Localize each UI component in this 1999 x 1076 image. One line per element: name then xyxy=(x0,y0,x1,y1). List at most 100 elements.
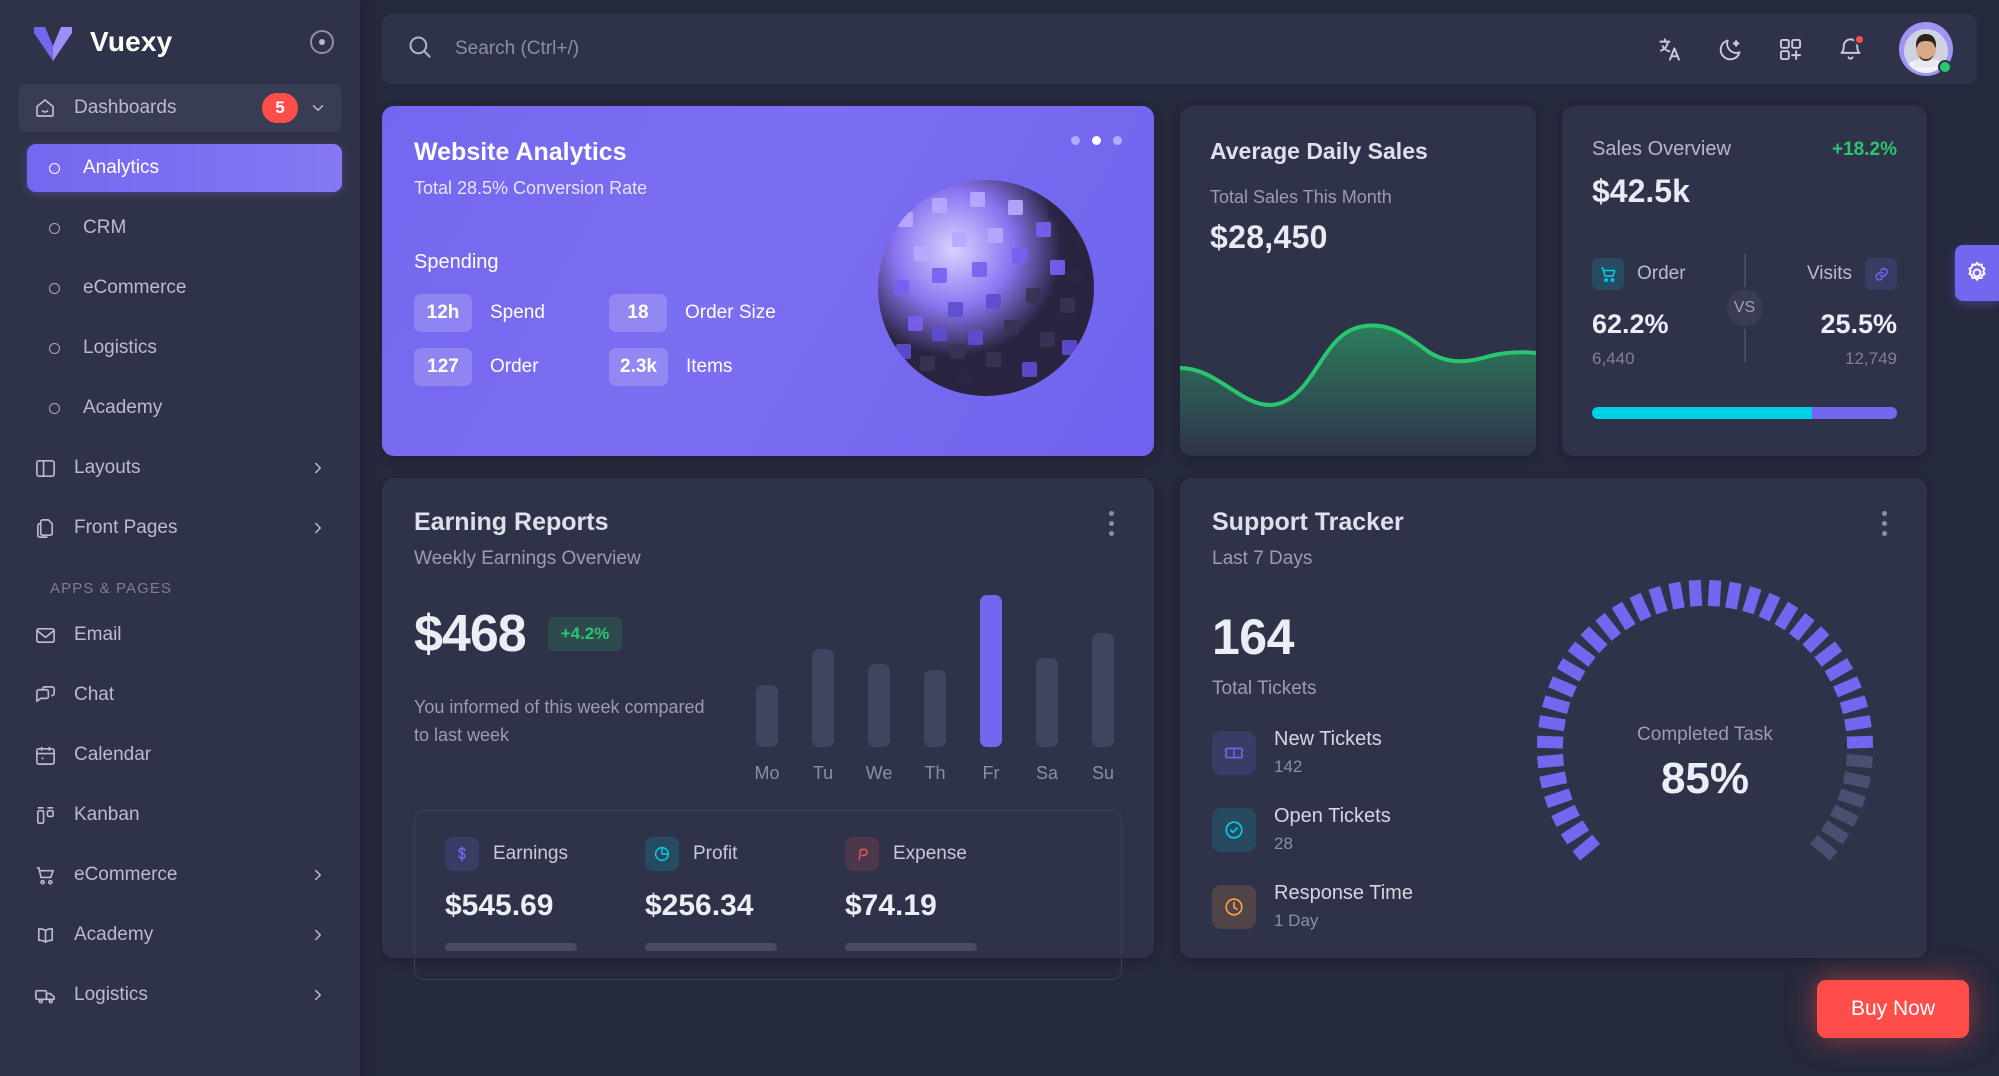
sidebar-item-crm[interactable]: CRM xyxy=(27,204,342,252)
sidebar-item-label: Academy xyxy=(83,397,163,418)
stat-label: Expense xyxy=(893,843,967,864)
bar-label: Mo xyxy=(754,763,780,783)
gauge-percent: 85% xyxy=(1660,754,1750,803)
app-root: Vuexy Dashboards 5 Analytics CRM eCommer… xyxy=(0,0,1999,1076)
sidebar-item-email[interactable]: Email xyxy=(18,611,342,659)
chevron-right-icon[interactable] xyxy=(308,925,328,945)
chevron-down-icon[interactable] xyxy=(308,98,328,118)
kanban-icon xyxy=(32,804,58,827)
sidebar-item-analytics[interactable]: Analytics xyxy=(27,144,342,192)
cart-icon xyxy=(1592,258,1624,290)
stat-value: $545.69 xyxy=(445,889,554,922)
stat-label: Profit xyxy=(693,843,738,864)
truck-icon xyxy=(32,984,58,1007)
sidebar-item-dashboards[interactable]: Dashboards 5 xyxy=(18,84,342,132)
sidebar-item-label: Calendar xyxy=(74,744,152,765)
search-icon xyxy=(406,33,433,65)
grid-plus-icon[interactable] xyxy=(1775,34,1805,64)
bar-column-highlighted: Fr xyxy=(972,595,1010,784)
carousel-dot[interactable] xyxy=(1071,136,1080,145)
layout-icon xyxy=(32,457,58,480)
circle-icon xyxy=(41,282,67,294)
online-status-dot xyxy=(1938,60,1952,74)
mail-icon xyxy=(32,624,58,647)
stat-order: 127 Order xyxy=(414,348,609,386)
vs-divider: VS xyxy=(1726,254,1763,362)
earning-reports-card: Earning Reports Weekly Earnings Overview… xyxy=(382,478,1154,980)
ticket-label: Response Time xyxy=(1274,882,1413,904)
bell-icon[interactable] xyxy=(1835,34,1865,64)
sidebar-item-ecommerce-dash[interactable]: eCommerce xyxy=(27,264,342,312)
carousel-dot[interactable] xyxy=(1113,136,1122,145)
check-circle-icon xyxy=(1212,807,1256,852)
card-subtitle: Weekly Earnings Overview xyxy=(414,548,641,569)
dollar-icon xyxy=(445,837,479,871)
ticket-row-response: Response Time 1 Day xyxy=(1212,882,1512,931)
sidebar-item-calendar[interactable]: Calendar xyxy=(18,731,342,779)
sidebar-item-chat[interactable]: Chat xyxy=(18,671,342,719)
card-title: Average Daily Sales xyxy=(1210,138,1428,164)
sidebar-item-layouts[interactable]: Layouts xyxy=(18,444,342,492)
sidebar-item-label: Analytics xyxy=(83,157,160,178)
chevron-right-icon[interactable] xyxy=(308,458,328,478)
chevron-right-icon[interactable] xyxy=(308,518,328,538)
sidebar-item-label: Dashboards xyxy=(74,97,177,118)
carousel-dots[interactable] xyxy=(1071,136,1122,145)
earnings-note: You informed of this week compared to la… xyxy=(414,697,705,745)
circle-icon xyxy=(41,162,67,174)
sales-amount: $42.5k xyxy=(1592,173,1690,209)
sidebar-item-academy-dash[interactable]: Academy xyxy=(27,384,342,432)
sidebar-item-label: Chat xyxy=(74,684,115,705)
bar-column: Mo xyxy=(748,685,786,784)
top-navbar: Search (Ctrl+/) xyxy=(382,14,1977,84)
chevron-right-icon[interactable] xyxy=(308,985,328,1005)
avatar[interactable] xyxy=(1899,22,1953,76)
sidebar-item-ecommerce[interactable]: eCommerce xyxy=(18,851,342,899)
dashboards-badge: 5 xyxy=(262,93,298,123)
ticket-label: Open Tickets xyxy=(1274,805,1391,827)
bar-label: Th xyxy=(924,763,946,783)
buy-now-button[interactable]: Buy Now xyxy=(1816,980,1969,1038)
earnings-amount: $468 xyxy=(414,605,527,663)
sidebar-item-logistics-dash[interactable]: Logistics xyxy=(27,324,342,372)
main-content: Search (Ctrl+/) Website Analytics Total … xyxy=(360,0,1999,1076)
book-icon xyxy=(32,924,58,947)
translate-icon[interactable] xyxy=(1655,34,1685,64)
kebab-menu-icon[interactable] xyxy=(1871,508,1897,538)
card-title: Earning Reports xyxy=(414,508,609,536)
vuexy-logo-icon xyxy=(32,22,74,62)
kebab-menu-icon[interactable] xyxy=(1098,508,1124,538)
circle-icon xyxy=(41,222,67,234)
vs-label: VS xyxy=(1726,290,1763,326)
sidebar-item-logistics[interactable]: Logistics xyxy=(18,971,342,1019)
carousel-dot-active[interactable] xyxy=(1092,136,1101,145)
stat-spend: 12h Spend xyxy=(414,294,609,332)
circle-icon xyxy=(41,402,67,414)
moon-icon[interactable] xyxy=(1715,34,1745,64)
support-tracker-card: Support Tracker Last 7 Days 164 Total Ti… xyxy=(1180,478,1927,958)
order-column: Order 62.2% 6,440 xyxy=(1592,258,1732,369)
sidebar: Vuexy Dashboards 5 Analytics CRM eCommer… xyxy=(0,0,360,1076)
brand-header: Vuexy xyxy=(0,0,360,84)
sidebar-item-label: Academy xyxy=(74,924,154,945)
sidebar-item-front-pages[interactable]: Front Pages xyxy=(18,504,342,552)
bar-column: Tu xyxy=(804,649,842,784)
cart-icon xyxy=(32,864,58,887)
search-input[interactable]: Search (Ctrl+/) xyxy=(406,33,1655,65)
stat-value: $74.19 xyxy=(845,889,937,922)
sidebar-item-label: CRM xyxy=(83,217,127,238)
sidebar-item-academy[interactable]: Academy xyxy=(18,911,342,959)
gear-icon[interactable] xyxy=(1955,245,1999,301)
3d-sphere-illustration xyxy=(836,148,1136,428)
pages-icon xyxy=(32,517,58,540)
bottom-card-row: Earning Reports Weekly Earnings Overview… xyxy=(382,478,1977,980)
chevron-right-icon[interactable] xyxy=(308,865,328,885)
sidebar-item-kanban[interactable]: Kanban xyxy=(18,791,342,839)
sales-amount: $28,450 xyxy=(1210,219,1328,255)
ticket-row-new: New Tickets 142 xyxy=(1212,728,1512,777)
stat-value: $256.34 xyxy=(645,889,754,922)
change-percent: +18.2% xyxy=(1832,139,1897,160)
sales-split-bar xyxy=(1592,407,1897,419)
circle-dot-icon[interactable] xyxy=(310,30,334,54)
visits-column: Visits 25.5% 12,749 xyxy=(1757,258,1897,369)
